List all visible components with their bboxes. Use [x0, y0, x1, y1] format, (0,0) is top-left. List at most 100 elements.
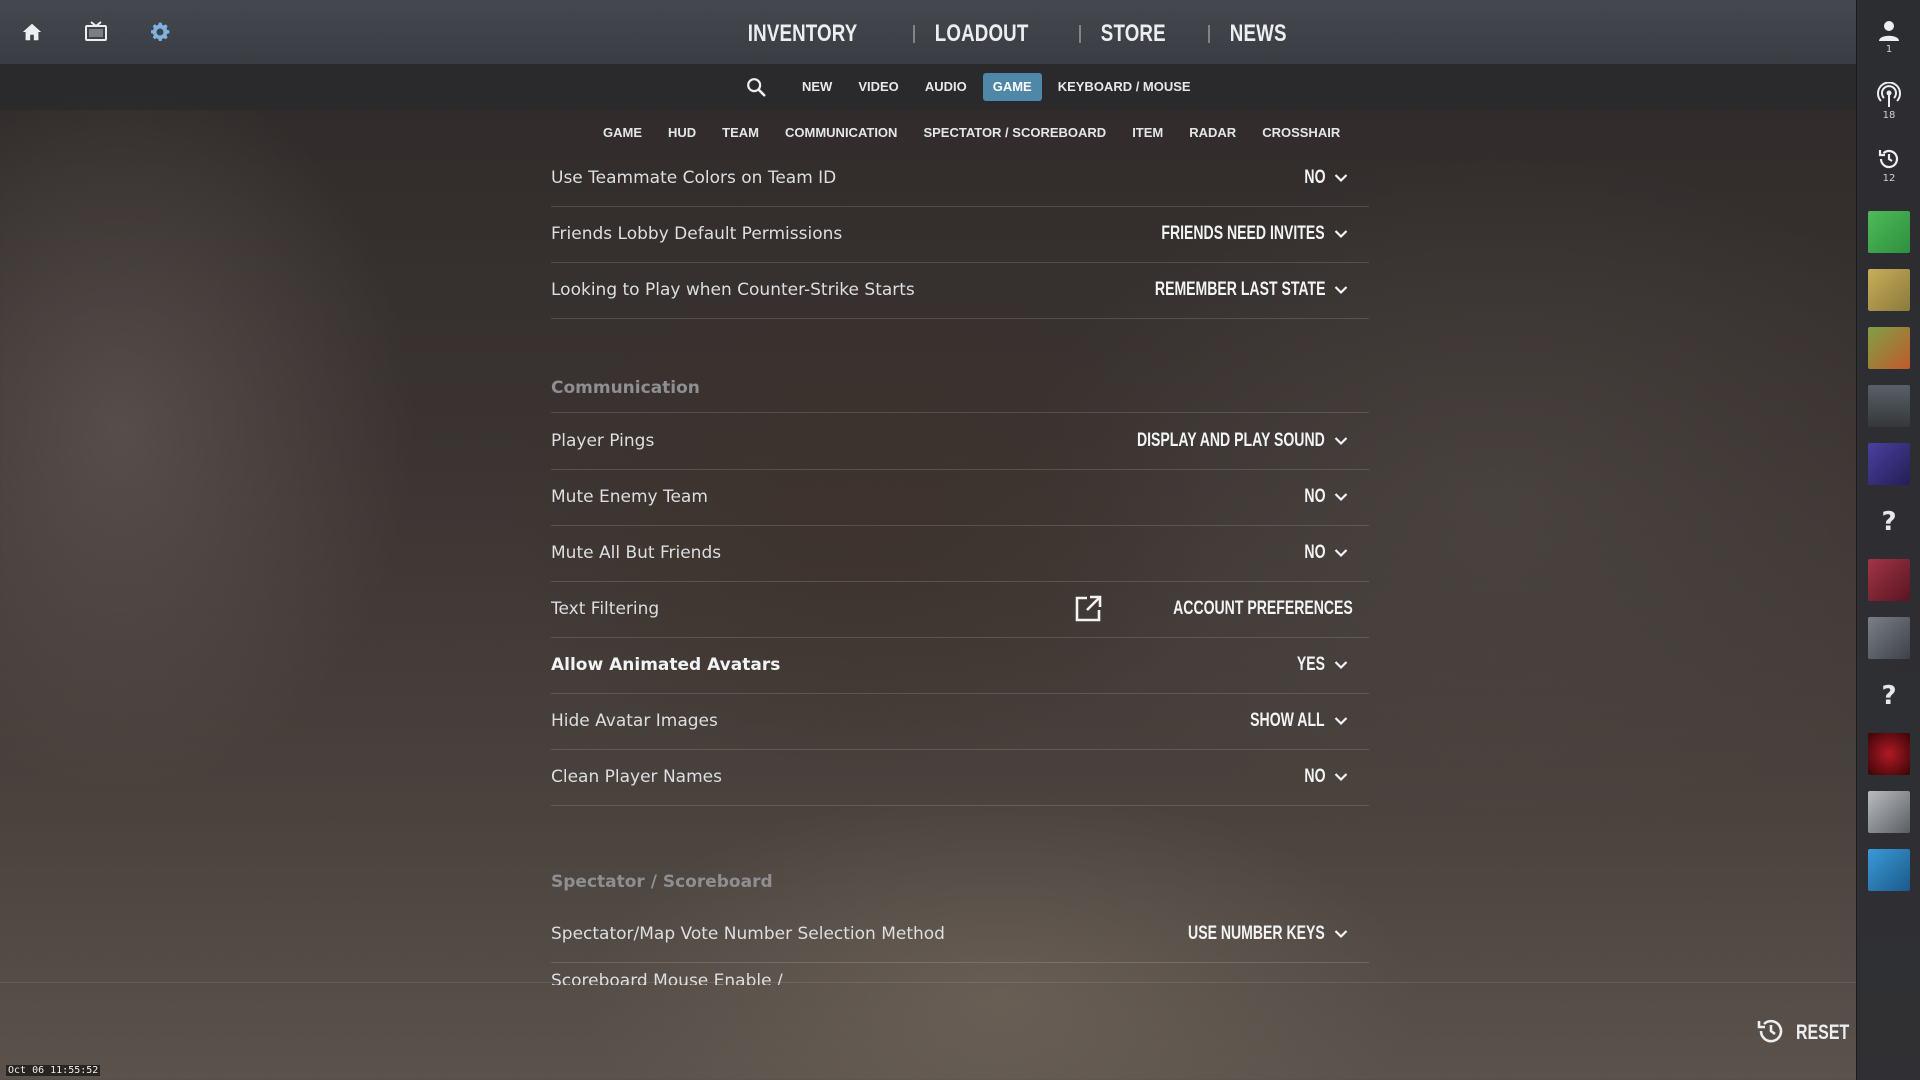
nav-divider	[912, 25, 915, 43]
setting-row-clean-player-names[interactable]: Clean Player Names NO	[551, 749, 1369, 806]
friend-avatar[interactable]	[1868, 791, 1910, 833]
setting-label: Hide Avatar Images	[551, 711, 718, 731]
recent-count: 12	[1882, 172, 1896, 184]
setting-value: DISPLAY AND PLAY SOUND	[1137, 430, 1325, 451]
footer-divider	[0, 982, 1856, 983]
setting-row-player-pings[interactable]: Player Pings DISPLAY AND PLAY SOUND	[551, 413, 1369, 470]
setting-value: USE NUMBER KEYS	[1188, 923, 1325, 944]
setting-dropdown[interactable]: NO	[1297, 749, 1350, 805]
setting-value: NO	[1303, 542, 1325, 563]
friend-avatar[interactable]	[1868, 733, 1910, 775]
recent-button[interactable]: 12	[1865, 140, 1913, 190]
setting-row-map-vote-selection[interactable]: Spectator/Map Vote Number Selection Meth…	[551, 906, 1369, 963]
account-preferences-link[interactable]: ACCOUNT PREFERENCES	[1072, 581, 1353, 637]
profile-count: 1	[1885, 43, 1893, 55]
chevron-down-icon	[1333, 170, 1349, 186]
broadcast-button[interactable]: 18	[1865, 76, 1913, 126]
nav-loadout[interactable]: LOADOUT	[927, 20, 1036, 48]
friend-avatar[interactable]	[1868, 849, 1910, 891]
setting-row-mute-all-but-friends[interactable]: Mute All But Friends NO	[551, 525, 1369, 582]
setting-dropdown[interactable]: NO	[1297, 469, 1350, 525]
friend-avatar[interactable]	[1868, 211, 1910, 253]
broadcast-icon	[1877, 81, 1901, 107]
nav-store[interactable]: STORE	[1093, 20, 1174, 48]
setting-dropdown[interactable]: NO	[1297, 525, 1350, 581]
setting-dropdown[interactable]: YES	[1287, 637, 1349, 693]
setting-dropdown[interactable]: FRIENDS NEED INVITES	[1104, 206, 1349, 262]
friends-sidebar: 1 18 12 ? ?	[1856, 0, 1920, 1080]
tab-keyboard-mouse[interactable]: KEYBOARD / MOUSE	[1048, 73, 1201, 101]
chevron-down-icon	[1333, 713, 1349, 729]
unknown-avatar[interactable]: ?	[1868, 675, 1910, 717]
friend-avatar[interactable]	[1868, 385, 1910, 427]
tab-game[interactable]: GAME	[982, 73, 1042, 101]
gear-icon[interactable]	[144, 16, 176, 48]
settings-tab-bar: NEW VIDEO AUDIO GAME KEYBOARD / MOUSE	[0, 64, 1856, 110]
setting-dropdown[interactable]: REMEMBER LAST STATE	[1095, 262, 1349, 318]
setting-dropdown[interactable]: DISPLAY AND PLAY SOUND	[1071, 413, 1349, 469]
chevron-down-icon	[1333, 226, 1349, 242]
reset-label: RESET	[1796, 1021, 1850, 1044]
setting-label: Spectator/Map Vote Number Selection Meth…	[551, 924, 945, 944]
chevron-down-icon	[1333, 769, 1349, 785]
setting-dropdown[interactable]: SHOW ALL	[1224, 693, 1349, 749]
tab-video[interactable]: VIDEO	[848, 73, 908, 101]
setting-value: REMEMBER LAST STATE	[1154, 279, 1325, 300]
subtab-hud[interactable]: HUD	[668, 125, 696, 140]
reset-button[interactable]: RESET	[1756, 1018, 1866, 1048]
setting-label: Clean Player Names	[551, 767, 722, 787]
person-icon	[1879, 20, 1899, 41]
nav-inventory[interactable]: INVENTORY	[740, 20, 865, 48]
setting-row-text-filtering[interactable]: Text Filtering ACCOUNT PREFERENCES	[551, 581, 1369, 638]
subtab-team[interactable]: TEAM	[722, 125, 759, 140]
history-icon	[1878, 149, 1899, 168]
setting-dropdown[interactable]: NO	[1297, 150, 1350, 206]
friend-avatar[interactable]	[1868, 559, 1910, 601]
chevron-down-icon	[1333, 433, 1349, 449]
setting-row-mute-enemy-team[interactable]: Mute Enemy Team NO	[551, 469, 1369, 526]
profile-button[interactable]: 1	[1865, 12, 1913, 62]
tab-new[interactable]: NEW	[792, 73, 842, 101]
subtab-crosshair[interactable]: CROSSHAIR	[1262, 125, 1340, 140]
home-icon[interactable]	[16, 16, 48, 48]
setting-value: NO	[1303, 167, 1325, 188]
subtab-game[interactable]: GAME	[603, 125, 642, 140]
friend-avatar[interactable]	[1868, 269, 1910, 311]
tab-audio[interactable]: AUDIO	[915, 73, 977, 101]
friend-avatar[interactable]	[1868, 327, 1910, 369]
nav-news[interactable]: NEWS	[1222, 20, 1294, 48]
subtab-communication[interactable]: COMMUNICATION	[785, 125, 897, 140]
broadcast-count: 18	[1882, 109, 1896, 121]
friend-avatar[interactable]	[1868, 617, 1910, 659]
setting-row-animated-avatars[interactable]: Allow Animated Avatars YES	[551, 637, 1369, 694]
settings-list[interactable]: Use Teammate Colors on Team ID NO Friend…	[551, 150, 1369, 985]
unknown-avatar[interactable]: ?	[1868, 501, 1910, 543]
setting-label: Mute All But Friends	[551, 543, 722, 563]
top-bar: INVENTORY LOADOUT STORE NEWS	[0, 0, 1856, 64]
section-title-communication: Communication	[551, 378, 700, 398]
friend-avatar[interactable]	[1868, 443, 1910, 485]
setting-label: Text Filtering	[551, 599, 660, 619]
subtab-radar[interactable]: RADAR	[1189, 125, 1236, 140]
setting-dropdown[interactable]: USE NUMBER KEYS	[1140, 906, 1349, 962]
search-icon[interactable]	[742, 73, 770, 101]
tv-icon[interactable]	[80, 16, 112, 48]
setting-row-lobby-permissions[interactable]: Friends Lobby Default Permissions FRIEND…	[551, 206, 1369, 263]
setting-row-teammate-colors[interactable]: Use Teammate Colors on Team ID NO	[551, 150, 1369, 207]
setting-value: YES	[1296, 654, 1325, 675]
subtab-item[interactable]: ITEM	[1132, 125, 1163, 140]
setting-label: Looking to Play when Counter-Strike Star…	[551, 280, 915, 300]
setting-label: Friends Lobby Default Permissions	[551, 224, 843, 244]
setting-row-hide-avatar-images[interactable]: Hide Avatar Images SHOW ALL	[551, 693, 1369, 750]
subtab-spectator-scoreboard[interactable]: SPECTATOR / SCOREBOARD	[923, 125, 1106, 140]
chevron-down-icon	[1333, 489, 1349, 505]
setting-value: FRIENDS NEED INVITES	[1161, 223, 1325, 244]
timestamp-overlay: Oct 06 11:55:52	[6, 1065, 101, 1076]
main-nav: INVENTORY LOADOUT STORE NEWS	[740, 14, 1315, 54]
setting-label: Player Pings	[551, 431, 655, 451]
setting-row-looking-to-play[interactable]: Looking to Play when Counter-Strike Star…	[551, 262, 1369, 319]
section-title-spectator-scoreboard: Spectator / Scoreboard	[551, 872, 773, 892]
setting-value: SHOW ALL	[1250, 710, 1325, 731]
chevron-down-icon	[1333, 545, 1349, 561]
setting-value: ACCOUNT PREFERENCES	[1173, 598, 1353, 619]
